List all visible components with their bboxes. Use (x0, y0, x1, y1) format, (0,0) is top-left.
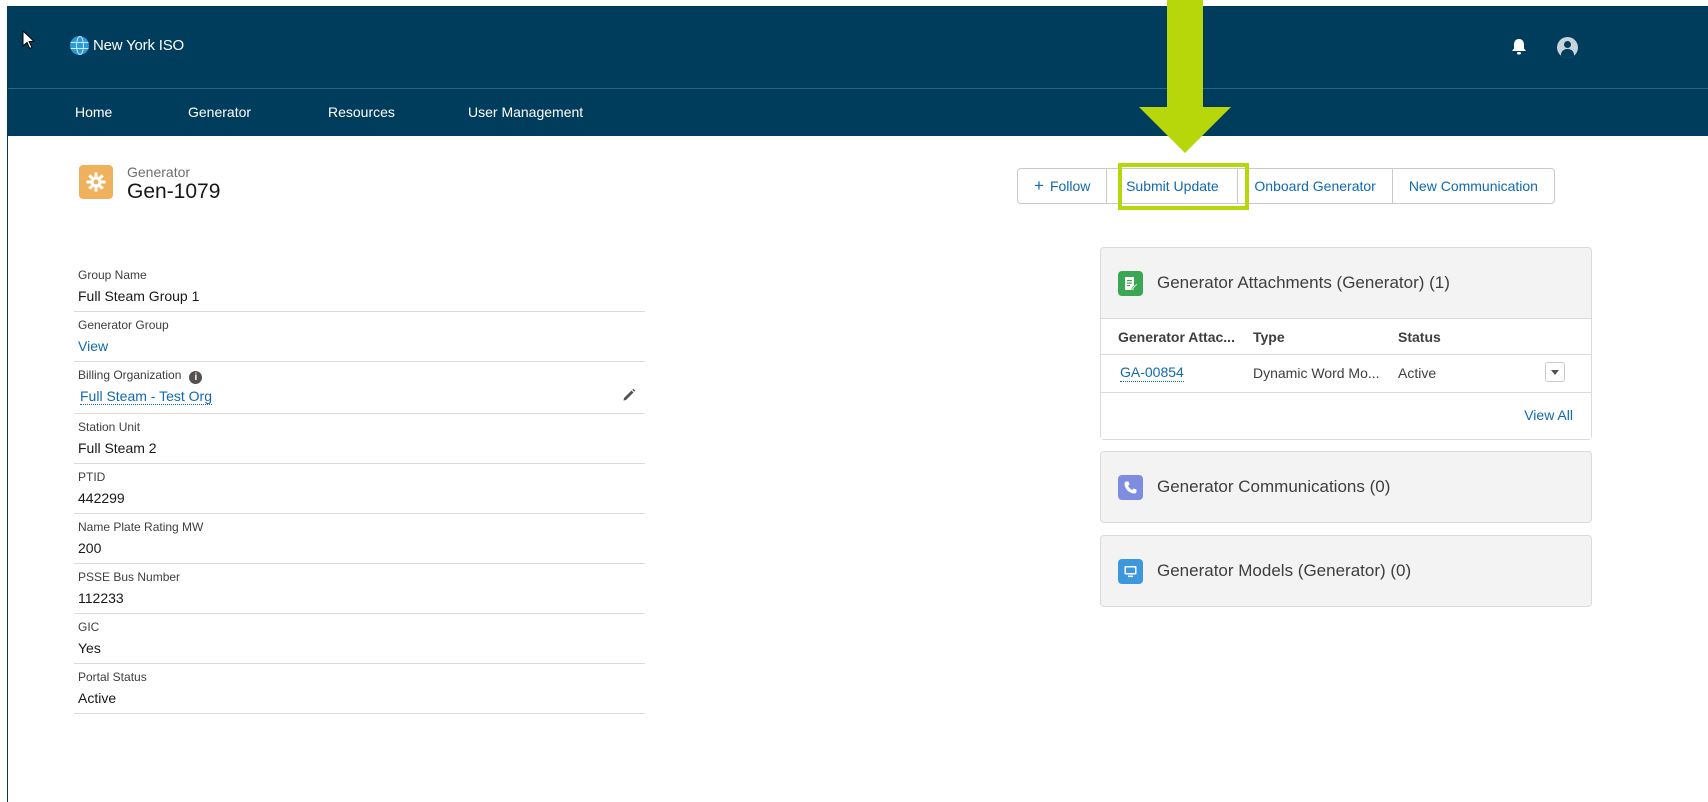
attachments-card-header: Generator Attachments (Generator) (1) (1101, 248, 1591, 318)
nav-item-user-management[interactable]: User Management (468, 104, 583, 120)
monitor-icon (1118, 558, 1143, 584)
view-all-link[interactable]: View All (1524, 407, 1573, 423)
attachments-card-title[interactable]: Generator Attachments (Generator) (1) (1157, 273, 1450, 293)
annotation-highlight-box (1118, 163, 1249, 210)
field-generator-group: Generator Group View (74, 312, 645, 362)
brand-name: New York ISO (93, 37, 184, 54)
field-label: Billing Organization (78, 368, 182, 382)
field-label: Group Name (78, 268, 147, 282)
models-card-header: Generator Models (Generator) (0) (1101, 536, 1591, 606)
field-label: Station Unit (78, 420, 141, 434)
detail-fields: Group Name Full Steam Group 1 Generator … (74, 262, 645, 714)
column-header-type[interactable]: Type (1253, 329, 1285, 345)
annotation-arrow-head (1139, 107, 1231, 153)
top-bar (8, 6, 1708, 88)
table-header: Generator Attac... Type Status (1101, 319, 1591, 355)
onboard-generator-button[interactable]: Onboard Generator (1238, 169, 1393, 203)
field-label: PTID (78, 470, 106, 484)
attachment-type: Dynamic Word Mo... (1253, 365, 1380, 381)
nav-item-resources[interactable]: Resources (328, 104, 395, 120)
record-type-label: Generator (127, 164, 191, 180)
field-portal-status: Portal Status Active (74, 664, 645, 714)
bell-icon[interactable] (1509, 37, 1529, 57)
info-icon[interactable]: i (189, 371, 203, 384)
column-header-attachment[interactable]: Generator Attac... (1118, 329, 1235, 345)
field-station-unit: Station Unit Full Steam 2 (74, 414, 645, 464)
field-value: Full Steam Group 1 (78, 288, 200, 304)
field-group-name: Group Name Full Steam Group 1 (74, 262, 645, 312)
nav-item-home[interactable]: Home (75, 104, 112, 120)
field-label: Generator Group (78, 318, 169, 332)
record-action-buttons: + Follow Submit Update Onboard Generator … (1017, 168, 1555, 204)
brand-logo[interactable]: New York ISO (70, 36, 184, 55)
annotation-arrow-shaft (1167, 0, 1203, 108)
row-actions-chevron-down-icon[interactable] (1545, 362, 1565, 382)
phone-icon (1118, 474, 1143, 500)
field-label: Name Plate Rating MW (78, 520, 204, 534)
nav-bar: Home Generator Resources User Management (8, 88, 1708, 136)
communications-card-header: Generator Communications (0) (1101, 452, 1591, 522)
mouse-cursor-icon (22, 30, 36, 50)
column-header-status[interactable]: Status (1398, 329, 1441, 345)
record-title: Gen-1079 (127, 180, 221, 203)
field-value: 442299 (78, 490, 125, 506)
billing-organization-link[interactable]: Full Steam - Test Org (80, 388, 213, 405)
field-name-plate-rating: Name Plate Rating MW 200 (74, 514, 645, 564)
attachments-table: Generator Attac... Type Status GA-00854 … (1101, 318, 1591, 439)
follow-button[interactable]: + Follow (1018, 169, 1108, 203)
new-communication-button[interactable]: New Communication (1393, 169, 1554, 203)
field-label: GIC (78, 620, 100, 634)
edit-pencil-icon[interactable] (621, 387, 637, 403)
field-label-wrap: Billing Organization i (78, 368, 203, 384)
globe-icon (70, 36, 89, 55)
follow-button-label: Follow (1049, 178, 1091, 194)
field-label: PSSE Bus Number (78, 570, 181, 584)
user-avatar-icon[interactable] (1557, 37, 1578, 58)
nav-item-generator[interactable]: Generator (188, 104, 251, 120)
field-ptid: PTID 442299 (74, 464, 645, 514)
field-gic: GIC Yes (74, 614, 645, 664)
field-value: Active (78, 690, 117, 706)
document-icon (1118, 270, 1143, 296)
generator-group-view-link[interactable]: View (78, 338, 108, 354)
attachment-status: Active (1398, 365, 1437, 381)
field-label: Portal Status (78, 670, 147, 684)
field-value: 112233 (78, 590, 124, 606)
field-value: Yes (78, 640, 101, 656)
attachment-id-link[interactable]: GA-00854 (1120, 364, 1184, 382)
models-card-title[interactable]: Generator Models (Generator) (0) (1157, 561, 1411, 581)
generator-gear-icon (79, 165, 113, 199)
attachments-card-footer: View All (1101, 393, 1591, 439)
plus-icon: + (1034, 176, 1044, 195)
field-value: Full Steam 2 (78, 440, 157, 456)
attachments-card: Generator Attachments (Generator) (1) Ge… (1100, 247, 1592, 440)
models-card: Generator Models (Generator) (0) (1100, 535, 1592, 607)
communications-card-title[interactable]: Generator Communications (0) (1157, 477, 1390, 497)
field-billing-organization: Billing Organization i Full Steam - Test … (74, 362, 645, 414)
communications-card: Generator Communications (0) (1100, 451, 1592, 523)
field-value: 200 (78, 540, 102, 556)
field-psse-bus-number: PSSE Bus Number 112233 (74, 564, 645, 614)
table-row: GA-00854 Dynamic Word Mo... Active (1101, 355, 1591, 393)
